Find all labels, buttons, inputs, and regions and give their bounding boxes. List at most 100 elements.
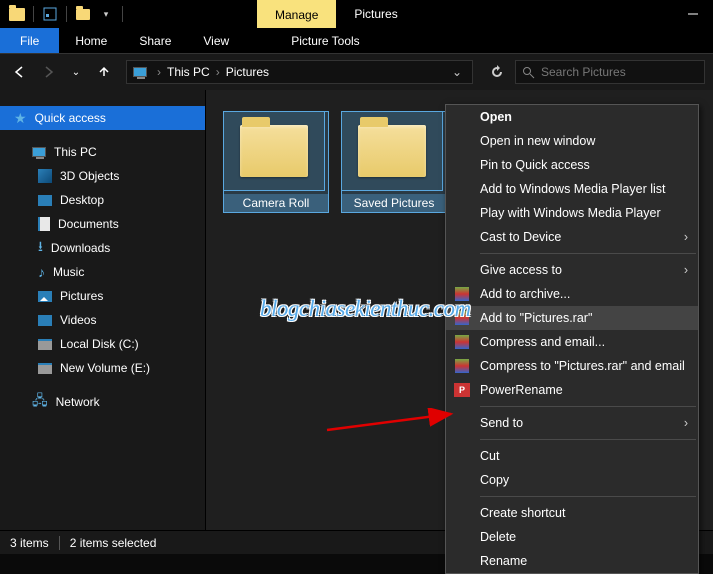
sidebar-label: Videos	[60, 313, 96, 327]
breadcrumb-dropdown-icon[interactable]: ⌄	[452, 65, 462, 79]
sidebar-desktop[interactable]: Desktop	[0, 188, 205, 212]
ctx-give-access[interactable]: Give access to›	[446, 258, 698, 282]
sidebar-documents[interactable]: Documents	[0, 212, 205, 236]
sidebar-label: Network	[56, 395, 100, 409]
ctx-add-archive[interactable]: Add to archive...	[446, 282, 698, 306]
folder-app-icon	[6, 3, 28, 25]
ctx-wmp-play[interactable]: Play with Windows Media Player	[446, 201, 698, 225]
title-bar: ▾ Manage Pictures	[0, 0, 713, 28]
file-tab[interactable]: File	[0, 28, 59, 53]
sidebar-label: Local Disk (C:)	[60, 337, 139, 351]
ctx-open-new-window[interactable]: Open in new window	[446, 129, 698, 153]
sidebar-label: New Volume (E:)	[60, 361, 150, 375]
breadcrumb-this-pc[interactable]: This PC	[163, 65, 214, 79]
chevron-right-icon: ›	[684, 263, 688, 277]
back-button[interactable]	[8, 60, 32, 84]
video-icon	[38, 315, 52, 326]
ctx-copy[interactable]: Copy	[446, 468, 698, 492]
ctx-open[interactable]: Open	[446, 105, 698, 129]
sidebar-pictures[interactable]: Pictures	[0, 284, 205, 308]
ctx-compress-email[interactable]: Compress and email...	[446, 330, 698, 354]
recent-dropdown[interactable]: ⌄	[64, 60, 88, 84]
address-bar: ⌄ › This PC › Pictures ⌄ Search Pictures	[0, 54, 713, 90]
forward-button[interactable]	[36, 60, 60, 84]
sidebar-music[interactable]: ♪ Music	[0, 260, 205, 284]
navigation-pane: ★ Quick access This PC 3D Objects Deskto…	[0, 90, 206, 530]
chevron-right-icon: ›	[684, 416, 688, 430]
qat-dropdown-icon[interactable]: ▾	[95, 3, 117, 25]
sidebar-label: 3D Objects	[60, 169, 119, 183]
sidebar-3d-objects[interactable]: 3D Objects	[0, 164, 205, 188]
winrar-icon	[454, 358, 470, 374]
ctx-delete[interactable]: Delete	[446, 525, 698, 549]
refresh-button[interactable]	[483, 65, 511, 79]
sidebar-label: Pictures	[60, 289, 103, 303]
home-tab[interactable]: Home	[59, 28, 123, 53]
sidebar-quick-access[interactable]: ★ Quick access	[0, 106, 205, 130]
ctx-wmp-add-list[interactable]: Add to Windows Media Player list	[446, 177, 698, 201]
ctx-create-shortcut[interactable]: Create shortcut	[446, 501, 698, 525]
status-item-count: 3 items	[10, 536, 49, 550]
view-tab[interactable]: View	[187, 28, 245, 53]
ctx-cast-device[interactable]: Cast to Device›	[446, 225, 698, 249]
search-icon	[522, 66, 535, 79]
chevron-right-icon[interactable]: ›	[155, 65, 163, 79]
breadcrumb[interactable]: › This PC › Pictures ⌄	[126, 60, 473, 84]
music-icon: ♪	[38, 264, 45, 280]
sidebar-videos[interactable]: Videos	[0, 308, 205, 332]
picture-icon	[38, 291, 52, 302]
folder-label: Saved Pictures	[342, 194, 446, 212]
manage-tab[interactable]: Manage	[257, 0, 336, 28]
network-icon: 🖧	[32, 390, 48, 414]
sidebar-label: Documents	[58, 217, 119, 231]
cube-icon	[38, 169, 52, 183]
search-placeholder: Search Pictures	[541, 65, 626, 79]
chevron-right-icon: ›	[684, 230, 688, 244]
sidebar-downloads[interactable]: ⭳ Downloads	[0, 236, 205, 260]
ctx-send-to[interactable]: Send to›	[446, 411, 698, 435]
minimize-button[interactable]	[673, 0, 713, 28]
status-selected-count: 2 items selected	[70, 536, 157, 550]
up-button[interactable]	[92, 60, 116, 84]
sidebar-this-pc[interactable]: This PC	[0, 140, 205, 164]
properties-icon[interactable]	[39, 3, 61, 25]
quick-access-toolbar: ▾	[0, 3, 127, 25]
star-icon: ★	[14, 110, 27, 127]
sidebar-label: Music	[53, 265, 84, 279]
folder-label: Camera Roll	[224, 194, 328, 212]
pc-icon	[32, 147, 46, 157]
download-icon: ⭳	[38, 236, 43, 260]
sidebar-local-disk-c[interactable]: Local Disk (C:)	[0, 332, 205, 356]
ctx-powerrename[interactable]: PPowerRename	[446, 378, 698, 402]
folder-icon	[358, 125, 426, 177]
disk-icon	[38, 363, 52, 374]
breadcrumb-pictures[interactable]: Pictures	[222, 65, 273, 79]
picture-tools-tab[interactable]: Picture Tools	[275, 28, 375, 53]
sidebar-network[interactable]: 🖧 Network	[0, 390, 205, 414]
ctx-cut[interactable]: Cut	[446, 444, 698, 468]
folder-camera-roll[interactable]: Camera Roll	[224, 112, 328, 212]
sidebar-new-volume-e[interactable]: New Volume (E:)	[0, 356, 205, 380]
folder-saved-pictures[interactable]: Saved Pictures	[342, 112, 446, 212]
folder-icon	[240, 125, 308, 177]
winrar-icon	[454, 334, 470, 350]
document-icon	[38, 217, 50, 231]
ctx-rename[interactable]: Rename	[446, 549, 698, 573]
disk-icon	[38, 339, 52, 350]
winrar-icon	[454, 310, 470, 326]
ctx-compress-rar-email[interactable]: Compress to "Pictures.rar" and email	[446, 354, 698, 378]
context-menu: Open Open in new window Pin to Quick acc…	[445, 104, 699, 574]
sidebar-label: Downloads	[51, 241, 110, 255]
search-box[interactable]: Search Pictures	[515, 60, 705, 84]
ctx-pin-quick-access[interactable]: Pin to Quick access	[446, 153, 698, 177]
winrar-icon	[454, 286, 470, 302]
ctx-add-pictures-rar[interactable]: Add to "Pictures.rar"	[446, 306, 698, 330]
sidebar-label: Desktop	[60, 193, 104, 207]
sidebar-label: Quick access	[35, 111, 106, 125]
share-tab[interactable]: Share	[123, 28, 187, 53]
new-folder-icon[interactable]	[72, 3, 94, 25]
desktop-icon	[38, 195, 52, 206]
chevron-right-icon[interactable]: ›	[214, 65, 222, 79]
sidebar-label: This PC	[54, 145, 97, 159]
window-title: Pictures	[336, 0, 415, 28]
